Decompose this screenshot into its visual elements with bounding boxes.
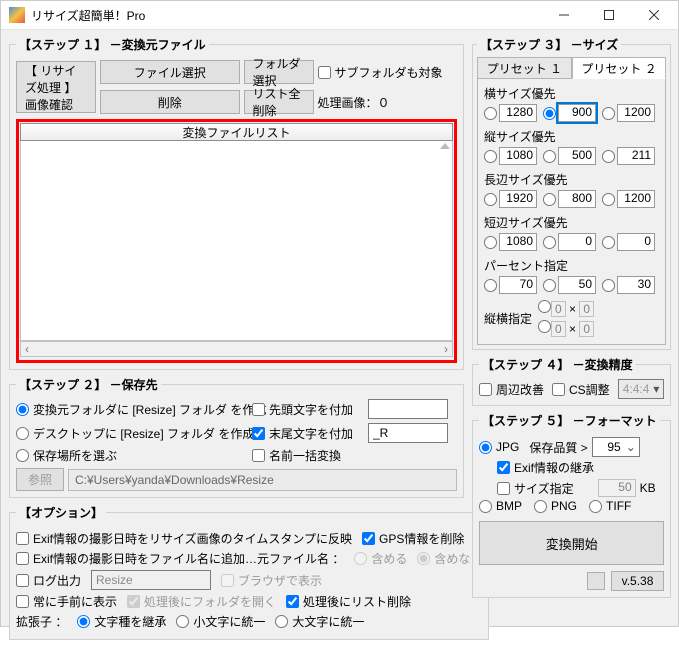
file-list[interactable] [20, 141, 453, 341]
ext-inherit-radio[interactable]: 文字種を継承 [77, 613, 166, 630]
window-title: リサイズ超簡単！Pro [31, 7, 541, 24]
file-list-header: 変換ファイルリスト [20, 123, 453, 141]
step2-legend: 【ステップ ２】 －保存先 [16, 376, 161, 393]
suffix-input[interactable] [368, 423, 448, 443]
long-2-radio[interactable]: 800 [543, 190, 596, 208]
ext-lower-radio[interactable]: 小文字に統一 [176, 613, 265, 630]
options-group: 【オプション】 Exif情報の撮影日時をリサイズ画像のタイムスタンプに反映 GP… [9, 504, 489, 640]
app-icon [9, 7, 25, 23]
height-1-radio[interactable]: 1080 [484, 147, 537, 165]
browser-show-checkbox: ブラウザで表示 [221, 572, 322, 589]
file-select-button[interactable]: ファイル選択 [100, 60, 240, 84]
percent-3-radio[interactable]: 30 [602, 276, 655, 294]
preset1-tab[interactable]: プリセット １ [477, 57, 572, 79]
minimize-button[interactable] [541, 1, 586, 29]
exif-filename-checkbox[interactable]: Exif情報の撮影日時をファイル名に追加…元ファイル名 ： [16, 550, 344, 567]
short-3-radio[interactable]: 0 [602, 233, 655, 251]
save-same-folder-radio[interactable]: 変換元フォルダに [Resize] フォルダ を作成 [16, 401, 246, 418]
step4-legend: 【ステップ ４】 －変換精度 [479, 356, 636, 373]
aspect-2-radio[interactable]: 0 × 0 [538, 320, 594, 336]
exif-timestamp-checkbox[interactable]: Exif情報の撮影日時をリサイズ画像のタイムスタンプに反映 [16, 530, 352, 547]
tiff-radio[interactable]: TIFF [589, 499, 631, 513]
cs-checkbox[interactable]: CS調整 [552, 381, 610, 398]
version-button[interactable]: v.5.38 [611, 571, 665, 591]
browse-button[interactable]: 参照 [16, 468, 64, 491]
close-button[interactable] [631, 1, 676, 29]
aspect-1-radio[interactable]: 0 × 0 [538, 300, 594, 316]
options-small-button[interactable] [587, 572, 605, 590]
size-value: 50 [598, 479, 636, 497]
open-folder-checkbox: 処理後にフォルダを開く [127, 593, 276, 610]
log-output-checkbox[interactable]: ログ出力 [16, 572, 81, 589]
short-1-radio[interactable]: 1080 [484, 233, 537, 251]
options-legend: 【オプション】 [16, 504, 106, 521]
gps-delete-checkbox[interactable]: GPS情報を削除 [362, 530, 464, 547]
height-3-radio[interactable]: 211 [602, 147, 655, 165]
suffix-checkbox[interactable]: 末尾文字を付加 [252, 425, 362, 442]
edge-checkbox[interactable]: 周辺改善 [479, 381, 544, 398]
cs-combo[interactable]: 4:4:4 [618, 379, 665, 399]
step4-group: 【ステップ ４】 －変換精度 周辺改善 CS調整 4:4:4 [472, 356, 671, 406]
save-choose-radio[interactable]: 保存場所を選ぶ [16, 447, 246, 464]
percent-1-radio[interactable]: 70 [484, 276, 537, 294]
prefix-checkbox[interactable]: 先頭文字を付加 [252, 401, 362, 418]
long-priority-label: 長辺サイズ優先 [484, 171, 659, 188]
step2-group: 【ステップ ２】 －保存先 変換元フォルダに [Resize] フォルダ を作成… [9, 376, 464, 498]
quality-input[interactable] [592, 437, 640, 457]
height-priority-label: 縦サイズ優先 [484, 128, 659, 145]
width-2-radio[interactable]: 900 [543, 104, 596, 122]
width-priority-label: 横サイズ優先 [484, 85, 659, 102]
long-3-radio[interactable]: 1200 [602, 190, 655, 208]
jpg-radio[interactable]: JPG [479, 440, 519, 454]
file-list-scrollbar[interactable]: ‹› [20, 341, 453, 357]
quality-label: 保存品質 > [529, 439, 587, 456]
maximize-button[interactable] [586, 1, 631, 29]
clear-list-checkbox[interactable]: 処理後にリスト削除 [286, 593, 411, 610]
step5-legend: 【ステップ ５】 －フォーマット [479, 412, 660, 429]
resize-process-button[interactable]: 【 リサイズ処理 】画像確認 [16, 61, 96, 113]
save-path: C:¥Users¥yanda¥Downloads¥Resize [68, 469, 457, 491]
long-1-radio[interactable]: 1920 [484, 190, 537, 208]
percent-label: パーセント指定 [484, 257, 659, 274]
short-priority-label: 短辺サイズ優先 [484, 214, 659, 231]
png-radio[interactable]: PNG [534, 499, 577, 513]
delete-button[interactable]: 削除 [100, 90, 240, 114]
step1-group: 【ステップ １】 －変換元ファイル ファイル選択 【 リサイズ処理 】画像確認 … [9, 36, 464, 370]
short-2-radio[interactable]: 0 [543, 233, 596, 251]
width-1-radio[interactable]: 1280 [484, 104, 537, 122]
exif-inherit-checkbox[interactable]: Exif情報の継承 [497, 459, 594, 476]
folder-select-button[interactable]: フォルダ選択 [244, 60, 314, 84]
save-desktop-radio[interactable]: デスクトップに [Resize] フォルダ を作成 [16, 425, 246, 442]
preset2-tab[interactable]: プリセット ２ [572, 57, 667, 79]
step5-group: 【ステップ ５】 －フォーマット JPG 保存品質 > Exif情報の継承 サイ… [472, 412, 671, 598]
always-front-checkbox[interactable]: 常に手前に表示 [16, 593, 117, 610]
processing-count: 処理画像：０ [318, 94, 458, 111]
step3-legend: 【ステップ ３】 －サイズ [477, 36, 621, 53]
width-3-radio[interactable]: 1200 [602, 104, 655, 122]
list-all-delete-button[interactable]: リスト全削除 [244, 90, 314, 114]
log-name-input [91, 570, 211, 590]
height-2-radio[interactable]: 500 [543, 147, 596, 165]
start-button[interactable]: 変換開始 [479, 521, 664, 565]
file-list-frame: 変換ファイルリスト ‹› [16, 119, 457, 363]
ext-label: 拡張子 ： [16, 613, 67, 630]
ext-upper-radio[interactable]: 大文字に統一 [275, 613, 364, 630]
percent-2-radio[interactable]: 50 [543, 276, 596, 294]
filename-include-radio: 含める [354, 550, 407, 567]
step1-legend: 【ステップ １】 －変換元ファイル [16, 36, 209, 53]
bmp-radio[interactable]: BMP [479, 499, 522, 513]
size-unit: KB [640, 481, 656, 495]
subfolder-checkbox[interactable]: サブフォルダも対象 [318, 64, 458, 81]
size-specify-checkbox[interactable]: サイズ指定 [497, 480, 574, 497]
prefix-input[interactable] [368, 399, 448, 419]
step3-group: 【ステップ ３】 －サイズ プリセット １ プリセット ２ 横サイズ優先 128… [472, 36, 671, 350]
aspect-label: 縦横指定 [484, 310, 532, 327]
rename-checkbox[interactable]: 名前一括変換 [252, 447, 362, 464]
